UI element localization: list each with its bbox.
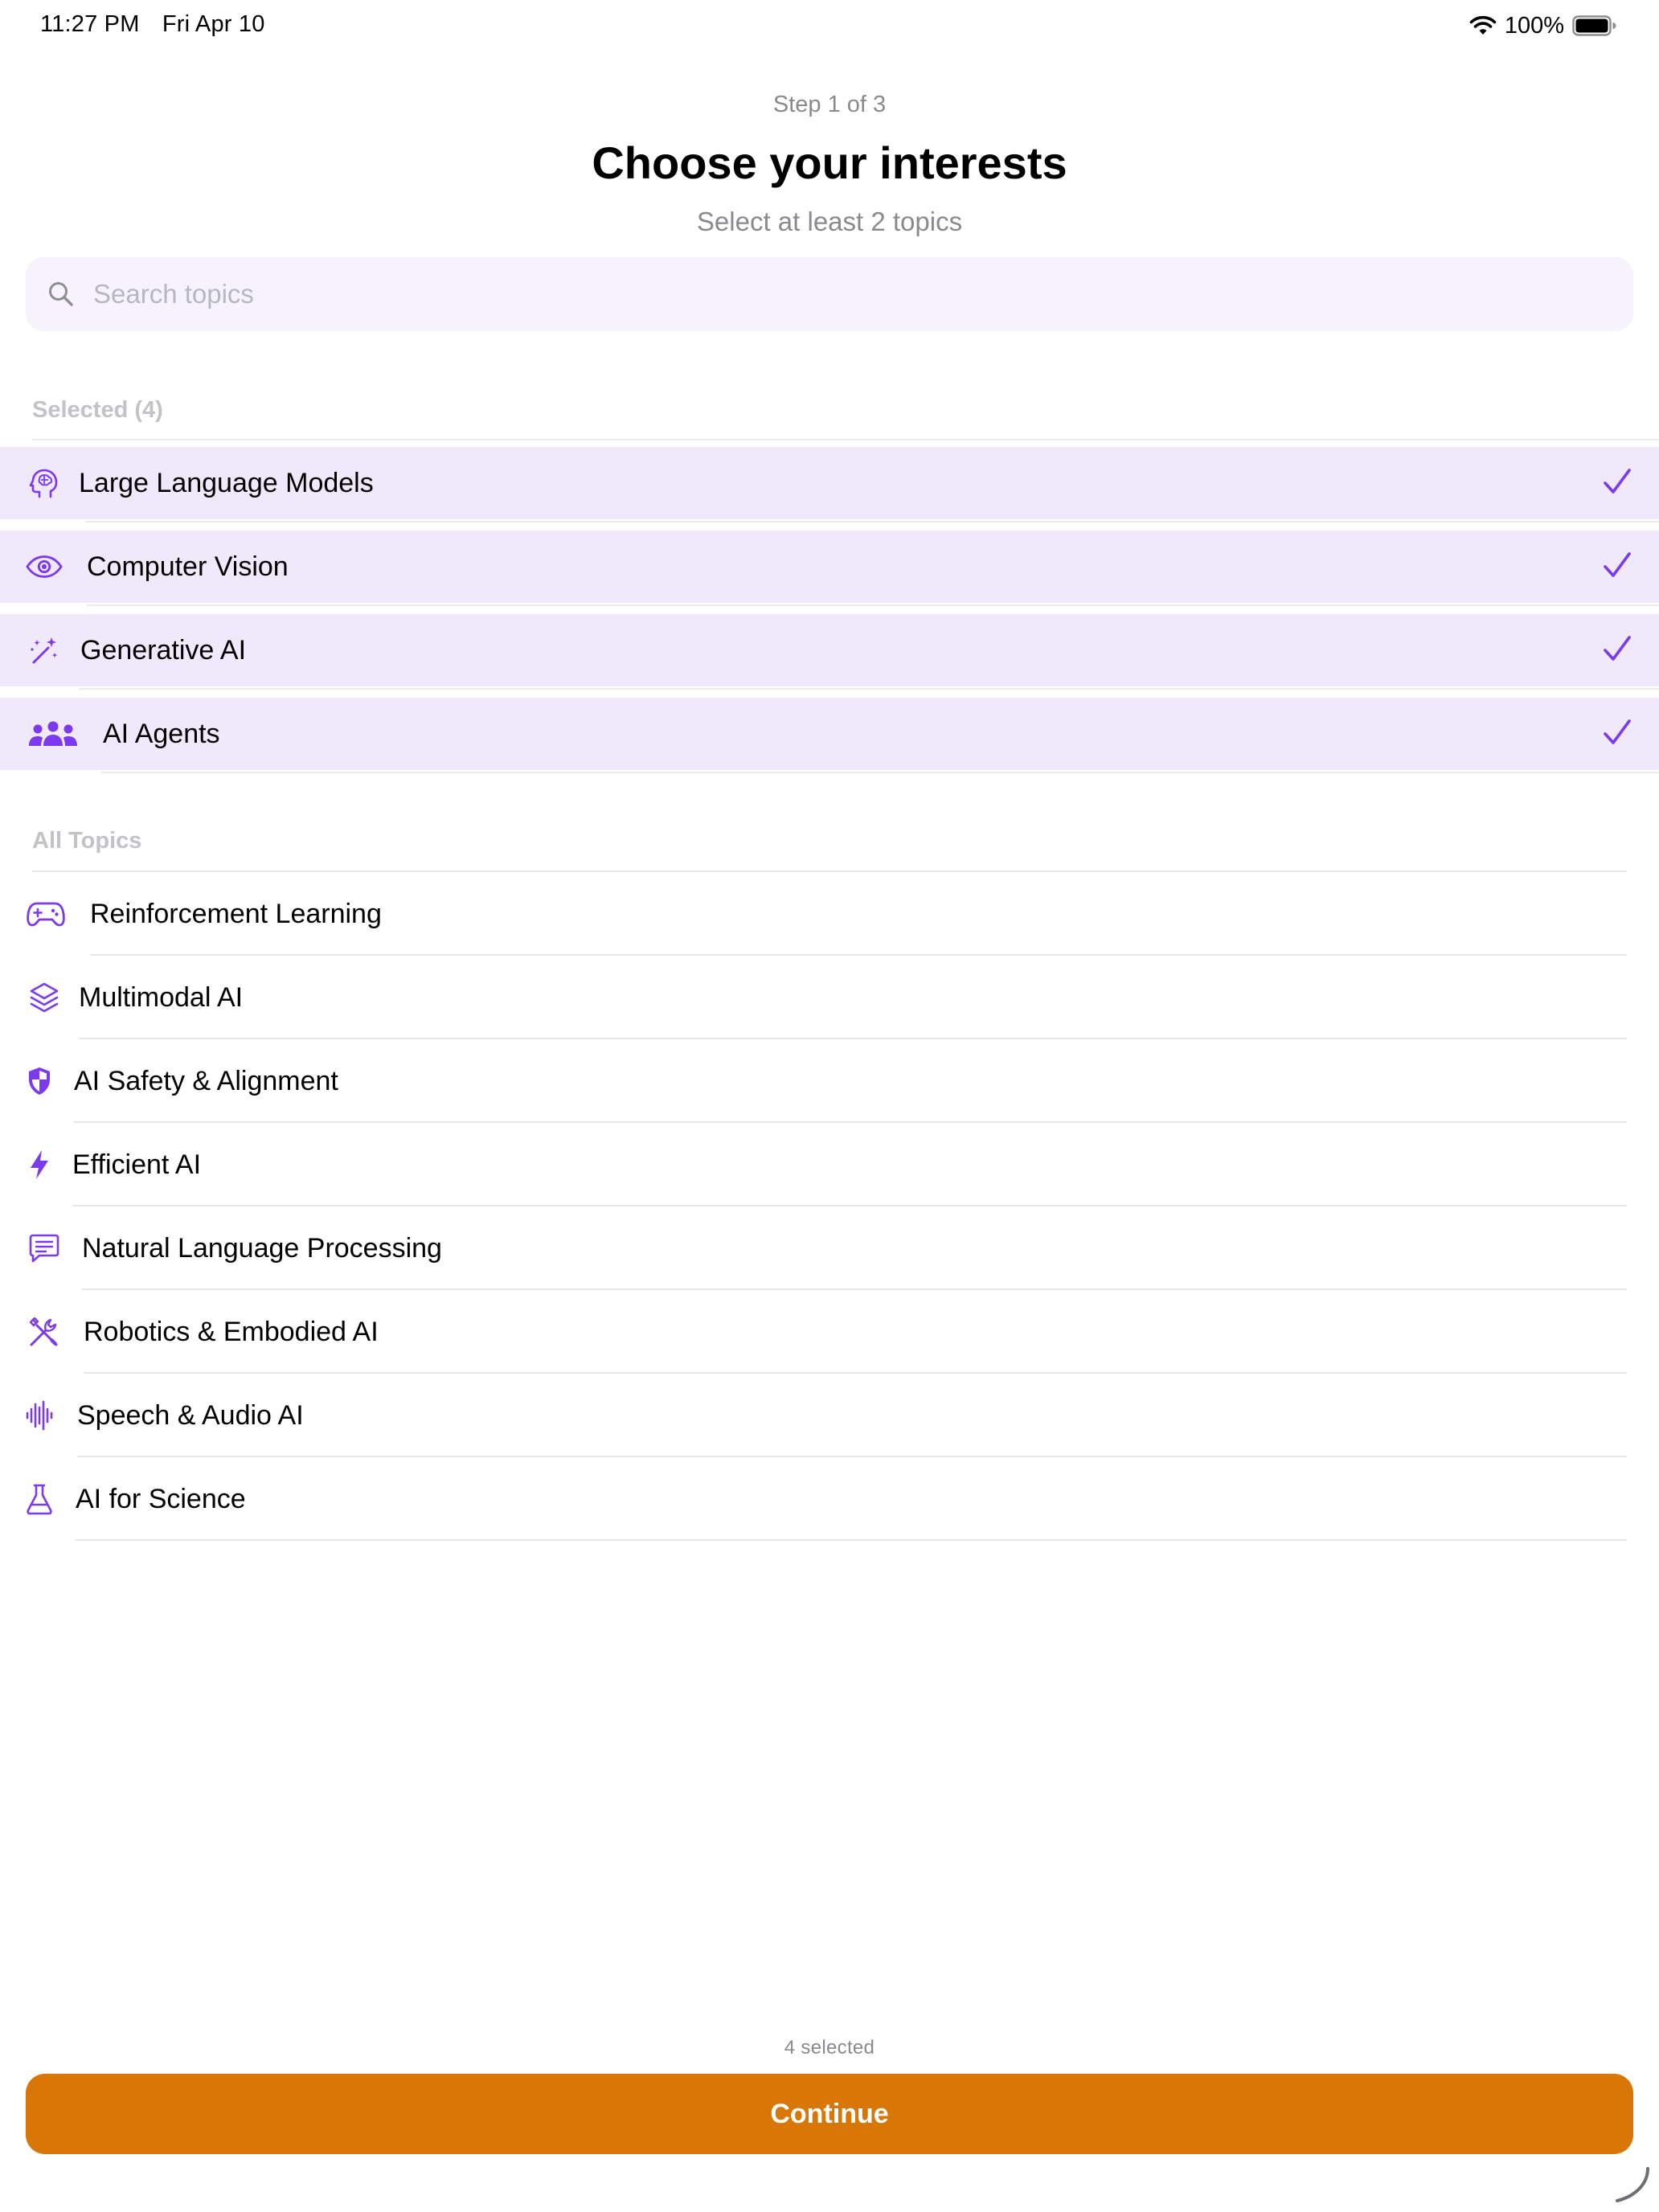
- people-group-icon: [27, 715, 79, 752]
- step-indicator: Step 1 of 3: [772, 92, 887, 117]
- battery-percent: 100%: [1504, 12, 1564, 39]
- topic-label: Efficient AI: [72, 1149, 202, 1180]
- topic-label: Reinforcement Learning: [90, 899, 382, 929]
- battery-icon: [1572, 15, 1616, 36]
- tools-icon: [26, 1313, 63, 1350]
- topic-label: AI Agents: [103, 719, 220, 749]
- topic-label: Natural Language Processing: [82, 1233, 442, 1264]
- divider: [74, 1121, 1627, 1123]
- shield-icon: [26, 1063, 53, 1100]
- topic-efficient-ai[interactable]: Efficient AI: [0, 1129, 1659, 1201]
- selected-topic-ai-agents[interactable]: AI Agents: [0, 698, 1659, 770]
- divider: [72, 1205, 1627, 1206]
- topic-label: Speech & Audio AI: [77, 1400, 304, 1431]
- divider: [85, 521, 1659, 522]
- divider: [77, 1456, 1627, 1457]
- checkmark-icon: [1604, 469, 1631, 494]
- topic-natural-language-processing[interactable]: Natural Language Processing: [0, 1212, 1659, 1284]
- chat-bubble-icon: [26, 1230, 63, 1267]
- divider: [79, 688, 1659, 690]
- topic-label: Multimodal AI: [79, 982, 244, 1013]
- divider: [87, 604, 1659, 606]
- status-bar: 11:27 PM Fri Apr 10 100%: [0, 0, 1659, 51]
- divider: [76, 1539, 1627, 1541]
- selected-topic-large-language-models[interactable]: Large Language Models: [0, 447, 1659, 519]
- flask-icon: [26, 1481, 53, 1518]
- waveform-icon: [26, 1397, 53, 1434]
- magic-wand-icon: [26, 632, 63, 669]
- search-bar[interactable]: [26, 257, 1633, 331]
- topic-label: Large Language Models: [79, 468, 374, 498]
- page-subtitle: Select at least 2 topics: [696, 207, 963, 236]
- topic-label: Generative AI: [80, 635, 247, 666]
- wifi-icon: [1469, 15, 1497, 35]
- gamepad-icon: [26, 895, 66, 932]
- status-date: Fri Apr 10: [162, 11, 265, 37]
- topic-speech-audio-ai[interactable]: Speech & Audio AI: [0, 1379, 1659, 1452]
- divider: [32, 439, 1659, 440]
- search-icon: [49, 282, 73, 306]
- divider: [90, 954, 1627, 956]
- all-topics-section-label: All Topics: [32, 828, 142, 854]
- checkmark-icon: [1604, 719, 1631, 744]
- topic-ai-safety-alignment[interactable]: AI Safety & Alignment: [0, 1045, 1659, 1117]
- topic-ai-for-science[interactable]: AI for Science: [0, 1463, 1659, 1535]
- divider: [32, 870, 1627, 872]
- divider: [84, 1372, 1627, 1374]
- search-input[interactable]: [92, 278, 1582, 310]
- topic-multimodal-ai[interactable]: Multimodal AI: [0, 961, 1659, 1034]
- selected-topic-generative-ai[interactable]: Generative AI: [0, 614, 1659, 686]
- topic-label: AI for Science: [76, 1484, 246, 1514]
- topic-reinforcement-learning[interactable]: Reinforcement Learning: [0, 878, 1659, 950]
- page-title: Choose your interests: [592, 137, 1067, 188]
- eye-icon: [26, 548, 63, 585]
- selected-topic-computer-vision[interactable]: Computer Vision: [0, 530, 1659, 603]
- status-time: 11:27 PM: [40, 11, 140, 37]
- brain-head-icon: [26, 465, 63, 502]
- topic-label: Robotics & Embodied AI: [84, 1317, 379, 1347]
- topic-label: AI Safety & Alignment: [74, 1066, 338, 1096]
- bolt-icon: [27, 1146, 51, 1183]
- checkmark-icon: [1604, 636, 1631, 661]
- status-time-date: 11:27 PM Fri Apr 10: [40, 11, 281, 38]
- divider: [82, 1288, 1627, 1290]
- topic-robotics-embodied-ai[interactable]: Robotics & Embodied AI: [0, 1296, 1659, 1368]
- selected-section-label: Selected (4): [32, 397, 163, 423]
- divider: [79, 1038, 1627, 1039]
- layers-icon: [26, 979, 63, 1016]
- topic-label: Computer Vision: [87, 551, 289, 582]
- divider: [101, 772, 1659, 773]
- resize-corner-icon: [1616, 2167, 1649, 2202]
- continue-button[interactable]: Continue: [26, 2074, 1633, 2154]
- checkmark-icon: [1604, 552, 1631, 577]
- selected-count: 4 selected: [784, 2037, 875, 2058]
- status-indicators: 100%: [1469, 10, 1617, 42]
- header: Step 1 of 3 Choose your interests Select…: [0, 88, 1659, 240]
